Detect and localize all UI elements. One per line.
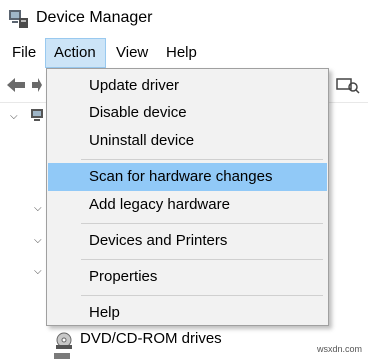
- chevron-down-icon[interactable]: ⌵: [34, 266, 42, 277]
- menu-item-properties[interactable]: Properties: [48, 263, 327, 291]
- chevron-down-icon[interactable]: ⌵: [34, 203, 42, 214]
- menu-item-disable-device[interactable]: Disable device: [48, 99, 327, 127]
- window-title: Device Manager: [36, 9, 153, 26]
- menu-action[interactable]: Action: [45, 38, 106, 68]
- device-manager-icon: [9, 10, 28, 28]
- chevron-down-icon[interactable]: ⌵: [34, 235, 42, 246]
- chevron-down-icon[interactable]: ⌵: [10, 111, 18, 122]
- watermark: wsxdn.com: [316, 344, 362, 354]
- menu-item-add-legacy-hardware[interactable]: Add legacy hardware: [48, 191, 327, 219]
- menu-item-label: Devices and Printers: [89, 232, 228, 249]
- menu-item-update-driver[interactable]: Update driver: [48, 72, 327, 100]
- menu-file[interactable]: File: [4, 38, 44, 68]
- device-icon: [54, 353, 70, 359]
- menu-separator: [81, 259, 323, 260]
- menu-separator: [81, 223, 323, 224]
- dvd-drive-icon: [56, 332, 72, 349]
- menu-item-devices-and-printers[interactable]: Devices and Printers: [48, 227, 327, 255]
- menu-item-label: Properties: [89, 268, 158, 285]
- back-arrow-icon[interactable]: [6, 76, 26, 94]
- title-bar: Device Manager: [0, 0, 368, 38]
- menu-view[interactable]: View: [108, 38, 156, 68]
- menu-item-label: Update driver: [89, 77, 180, 94]
- menu-bar: File Action View Help: [0, 38, 368, 68]
- menu-separator: [81, 295, 323, 296]
- tree-item-label: DVD/CD-ROM drives: [80, 330, 222, 347]
- scan-hardware-icon[interactable]: [336, 76, 360, 94]
- menu-item-scan-for-hardware-changes[interactable]: Scan for hardware changes: [48, 163, 327, 191]
- menu-help[interactable]: Help: [158, 38, 205, 68]
- menu-item-help[interactable]: Help: [48, 299, 327, 327]
- menu-item-label: Disable device: [89, 104, 187, 121]
- menu-item-label: Uninstall device: [89, 132, 195, 149]
- menu-item-uninstall-device[interactable]: Uninstall device: [48, 127, 327, 155]
- menu-item-label: Scan for hardware changes: [89, 168, 273, 185]
- menu-item-label: Add legacy hardware: [89, 196, 230, 213]
- action-menu: Update driver Disable device Uninstall d…: [46, 68, 329, 326]
- forward-arrow-icon[interactable]: [32, 76, 42, 94]
- menu-item-label: Help: [89, 304, 120, 321]
- tree-item-dvd-cdrom-drives[interactable]: DVD/CD-ROM drives: [46, 328, 346, 352]
- menu-separator: [81, 159, 323, 160]
